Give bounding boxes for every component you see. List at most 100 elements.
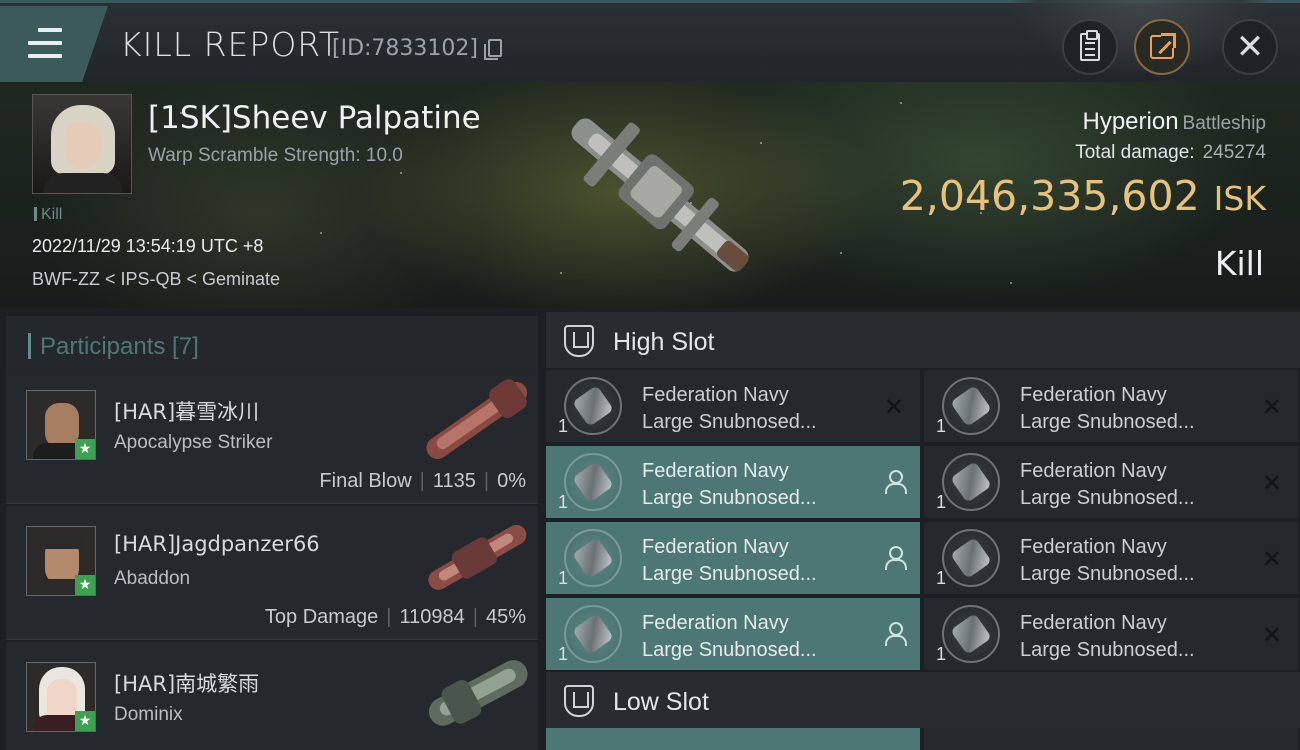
dropped-icon	[884, 622, 907, 646]
module-item[interactable]: 1 Federation Navy Large Snubnosed... ✕	[546, 370, 920, 444]
participant-row[interactable]: ★ [HAR]暮雪冰川 Apocalypse Striker Final Blo…	[6, 370, 538, 504]
module-name: Federation Navy Large Snubnosed...	[642, 612, 817, 661]
destroyed-icon: ✕	[1261, 393, 1282, 421]
high-slot-icon	[564, 325, 594, 357]
top-bar: KILL REPORT [ID:7833102] ✕	[0, 0, 1300, 82]
participant-row[interactable]: ★ [HAR]Jagdpanzer66 Abaddon Top Damage | 1…	[6, 506, 538, 640]
module-item[interactable]: 1 Federation Navy Large Snubnosed... ✕	[924, 370, 1298, 444]
turret-icon	[564, 529, 622, 587]
module-item[interactable]	[924, 728, 1298, 750]
total-damage: Total damage: 245274	[1075, 142, 1266, 164]
module-item[interactable]: 1 Federation Navy Large Snubnosed...	[546, 598, 920, 672]
total-damage-value: 245274	[1202, 142, 1266, 163]
kill-datetime: 2022/11/29 13:54:19 UTC +8	[32, 236, 264, 256]
destroyed-icon: ✕	[1261, 545, 1282, 573]
module-quantity: 1	[558, 644, 569, 664]
star-icon: ★	[75, 575, 95, 595]
kill-tag: Kill	[34, 206, 62, 224]
victim-banner: [1SK]Sheev Palpatine Warp Scramble Stren…	[0, 82, 1300, 308]
participant-role: Top Damage	[264, 606, 379, 628]
menu-button[interactable]	[0, 6, 108, 82]
module-quantity: 1	[558, 416, 569, 436]
low-slot-label: Low Slot	[613, 688, 709, 716]
participant-avatar: ★	[26, 662, 96, 732]
low-slot-icon	[564, 685, 594, 717]
module-name: Federation Navy Large Snubnosed...	[642, 384, 817, 433]
module-quantity: 1	[558, 492, 569, 512]
victim-ship-name[interactable]: Hyperion Battleship	[1083, 108, 1267, 136]
victim-pilot-name[interactable]: [1SK]Sheev Palpatine	[148, 100, 481, 136]
participant-ship: Dominix	[114, 704, 183, 725]
high-slot-label: High Slot	[613, 328, 715, 356]
module-item[interactable]	[546, 728, 920, 750]
participant-role: Final Blow	[319, 470, 412, 492]
participant-percent: 0%	[497, 470, 526, 492]
module-quantity: 1	[936, 416, 947, 436]
warp-scramble-strength: Warp Scramble Strength: 10.0	[148, 145, 403, 166]
participant-row[interactable]: ★ [HAR]南城繁雨 Dominix	[6, 642, 538, 750]
participant-ship: Apocalypse Striker	[114, 432, 273, 453]
victim-ship-image	[571, 118, 749, 272]
module-quantity: 1	[558, 568, 569, 588]
module-name: Federation Navy Large Snubnosed...	[1020, 612, 1195, 661]
victim-portrait[interactable]	[32, 94, 132, 194]
copy-icon[interactable]	[484, 39, 502, 60]
clipboard-icon	[1080, 30, 1100, 61]
star-icon: ★	[75, 439, 95, 459]
isk-value: 2,046,335,602 ISK	[900, 172, 1266, 220]
participants-panel: Participants [7] ★ [HAR]暮雪冰川 Apocalypse …	[0, 308, 540, 750]
fitting-panel: High Slot 1 Federation Navy Large Snubnos…	[540, 308, 1300, 750]
participant-stats: Top Damage | 110984 | 45%	[264, 606, 526, 628]
participant-name: [HAR]Jagdpanzer66	[114, 532, 320, 556]
turret-icon	[942, 605, 1000, 663]
clipboard-button[interactable]	[1062, 19, 1118, 75]
share-button[interactable]	[1134, 19, 1190, 75]
participant-percent: 45%	[485, 606, 526, 628]
participants-header[interactable]: Participants [7]	[6, 316, 538, 372]
turret-icon	[564, 605, 622, 663]
participant-name: [HAR]暮雪冰川	[114, 400, 260, 424]
module-name: Federation Navy Large Snubnosed...	[642, 460, 817, 509]
module-item[interactable]: 1 Federation Navy Large Snubnosed...	[546, 522, 920, 596]
dropped-icon	[884, 470, 907, 494]
ship-name: Hyperion	[1082, 108, 1179, 135]
participant-name: [HAR]南城繁雨	[114, 672, 260, 696]
participant-ship-image	[426, 379, 528, 459]
menu-icon	[28, 28, 62, 58]
participant-ship-image	[428, 660, 528, 726]
module-quantity: 1	[936, 644, 947, 664]
low-slot-header[interactable]: Low Slot	[546, 672, 1300, 728]
turret-icon	[942, 453, 1000, 511]
module-item[interactable]: 1 Federation Navy Large Snubnosed... ✕	[924, 522, 1298, 596]
dropped-icon	[884, 546, 907, 570]
kill-result: Kill	[1214, 244, 1264, 283]
turret-icon	[942, 377, 1000, 435]
participant-ship: Abaddon	[114, 568, 191, 589]
module-item[interactable]: 1 Federation Navy Large Snubnosed... ✕	[924, 446, 1298, 520]
module-name: Federation Navy Large Snubnosed...	[642, 536, 817, 585]
isk-unit: ISK	[1213, 179, 1266, 218]
participant-damage: 110984	[399, 606, 465, 628]
module-name: Federation Navy Large Snubnosed...	[1020, 460, 1195, 509]
participant-ship-image	[428, 524, 527, 590]
star-icon: ★	[75, 711, 95, 731]
turret-icon	[564, 377, 622, 435]
module-quantity: 1	[936, 492, 947, 512]
module-quantity: 1	[936, 568, 947, 588]
page-title: KILL REPORT	[120, 25, 340, 64]
total-damage-label: Total damage:	[1075, 142, 1195, 163]
turret-icon	[564, 453, 622, 511]
report-id: [ID:7833102]	[332, 36, 478, 61]
close-icon: ✕	[1235, 27, 1265, 67]
close-button[interactable]: ✕	[1222, 19, 1278, 75]
destroyed-icon: ✕	[883, 393, 904, 421]
module-item[interactable]: 1 Federation Navy Large Snubnosed... ✕	[924, 598, 1298, 672]
participant-avatar: ★	[26, 526, 96, 596]
destroyed-icon: ✕	[1261, 469, 1282, 497]
high-slot-header[interactable]: High Slot	[546, 312, 1300, 368]
turret-icon	[942, 529, 1000, 587]
module-item[interactable]: 1 Federation Navy Large Snubnosed...	[546, 446, 920, 520]
participant-avatar: ★	[26, 390, 96, 460]
kill-location[interactable]: BWF-ZZ < IPS-QB < Geminate	[32, 269, 280, 290]
module-name: Federation Navy Large Snubnosed...	[1020, 384, 1195, 433]
